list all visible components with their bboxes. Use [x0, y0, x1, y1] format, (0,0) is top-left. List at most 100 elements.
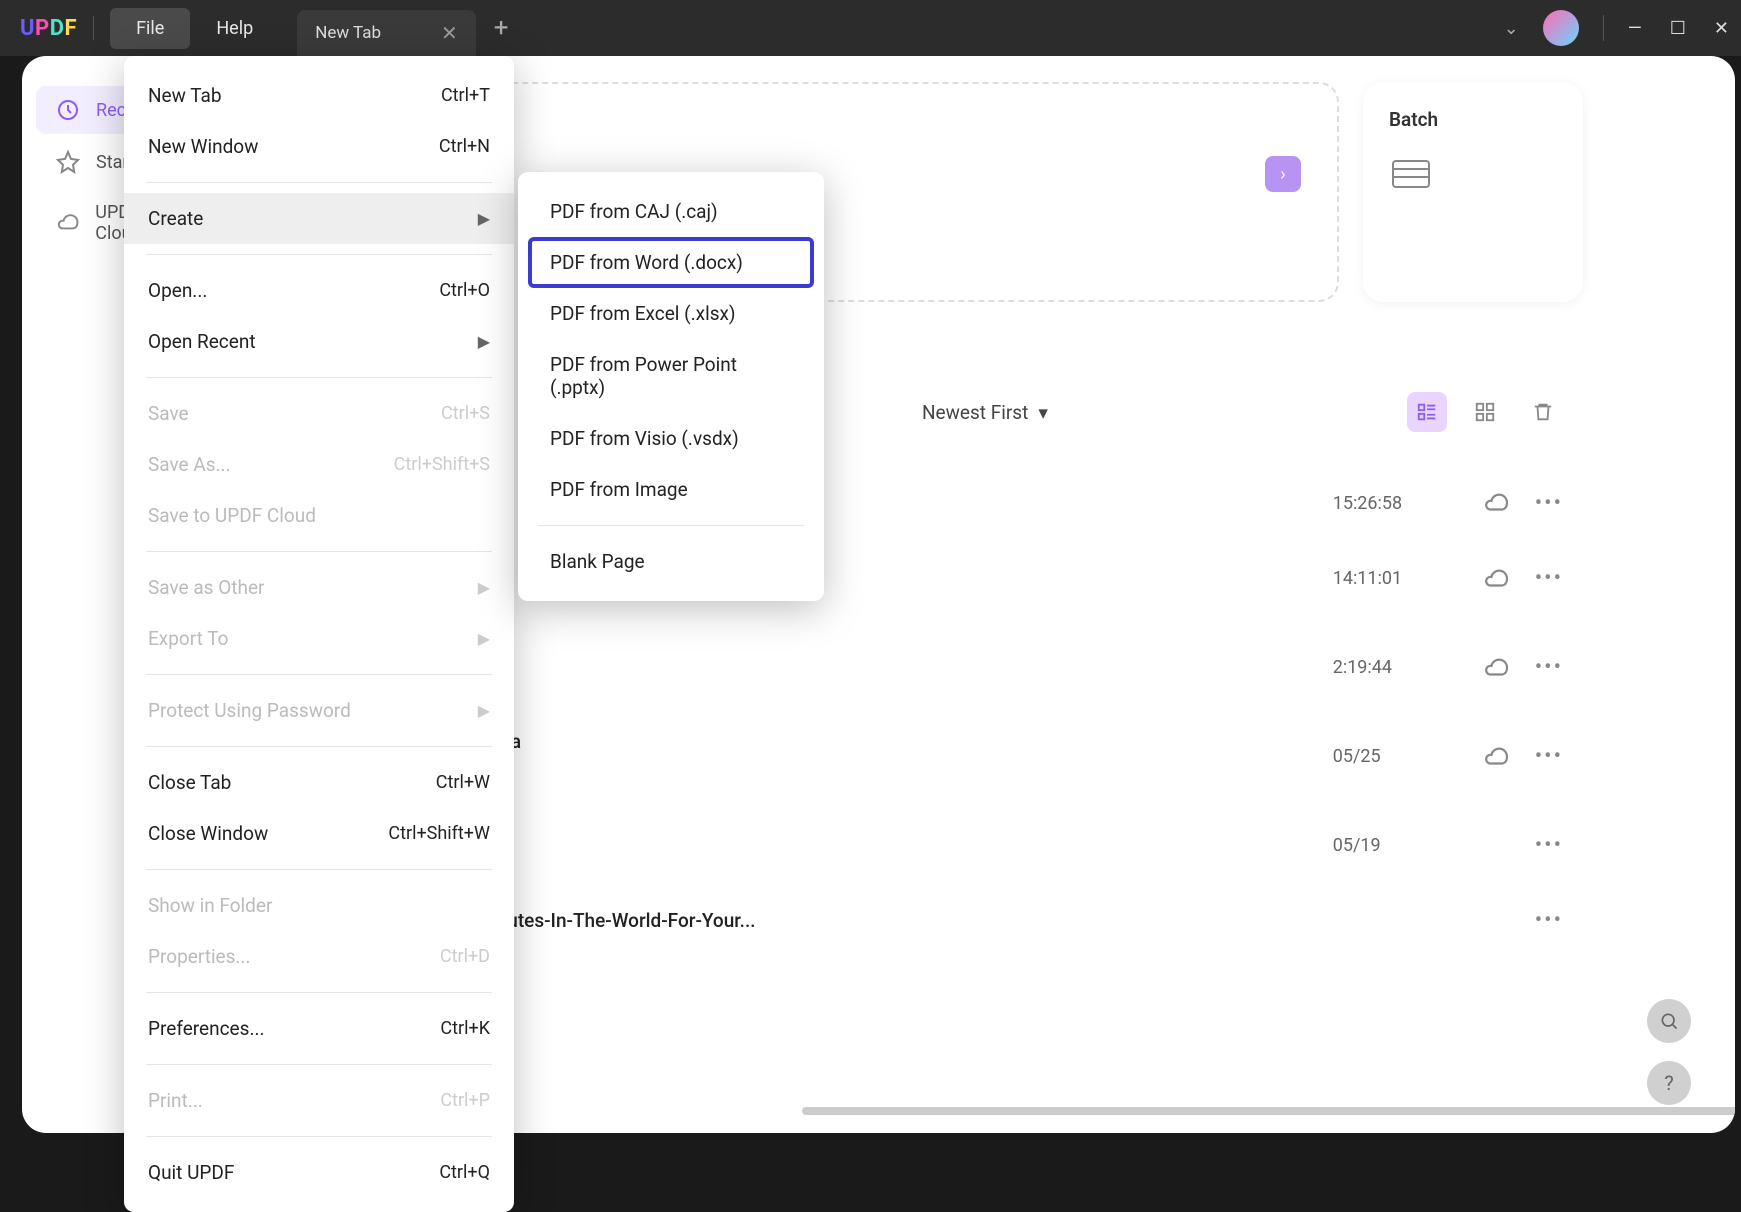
menu-item-properties-: Properties... Ctrl+D [124, 931, 514, 982]
chevron-right-icon: ▶ [478, 332, 490, 351]
chevron-right-icon: ▶ [478, 578, 490, 597]
float-buttons: ? [1647, 999, 1691, 1105]
cloud-icon[interactable] [1483, 744, 1509, 770]
menu-shortcut: Ctrl+Shift+W [388, 823, 490, 844]
menu-item-save-to-updf-cloud: Save to UPDF Cloud [124, 490, 514, 541]
more-icon[interactable]: ••• [1535, 833, 1563, 858]
close-icon[interactable]: ✕ [1714, 18, 1729, 39]
menu-separator [146, 869, 492, 870]
tab-title: New Tab [315, 23, 381, 43]
chevron-right-icon: ▶ [478, 701, 490, 720]
more-icon[interactable]: ••• [1535, 655, 1563, 680]
logo-letter: P [35, 16, 50, 41]
maximize-icon[interactable]: ☐ [1670, 18, 1686, 39]
menu-item-print-: Print... Ctrl+P [124, 1075, 514, 1126]
submenu-item-pdf-from-visio-vsdx-[interactable]: PDF from Visio (.vsdx) [528, 413, 814, 464]
menu-item-new-tab[interactable]: New TabCtrl+T [124, 70, 514, 121]
more-icon[interactable]: ••• [1535, 908, 1563, 933]
sort-dropdown[interactable]: Newest First ▾ [922, 401, 1048, 424]
menu-label: Save as Other [148, 576, 264, 599]
divider [1603, 15, 1604, 41]
menu-separator [538, 525, 804, 526]
file-time: 05/25 [1333, 746, 1453, 767]
menu-separator [146, 551, 492, 552]
file-time: 2:19:44 [1333, 657, 1453, 678]
chevron-down-icon: ▾ [1038, 401, 1048, 424]
menu-item-create[interactable]: Create▶ [124, 193, 514, 244]
file-time: 14:11:01 [1333, 568, 1453, 589]
menu-shortcut: Ctrl+S [441, 403, 490, 424]
menu-item-close-window[interactable]: Close WindowCtrl+Shift+W [124, 808, 514, 859]
menu-shortcut: Ctrl+O [439, 280, 490, 301]
menu-item-quit-updf[interactable]: Quit UPDF Ctrl+Q [124, 1147, 514, 1198]
menu-label: Preferences... [148, 1017, 264, 1040]
menu-item-save-as-: Save As...Ctrl+Shift+S [124, 439, 514, 490]
minimize-icon[interactable]: — [1628, 18, 1642, 39]
cloud-icon[interactable] [1483, 655, 1509, 681]
menu-separator [146, 674, 492, 675]
cloud-icon[interactable] [1483, 490, 1509, 516]
menu-item-close-tab[interactable]: Close TabCtrl+W [124, 757, 514, 808]
menu-shortcut: Ctrl+T [441, 85, 490, 106]
menu-label: Print... [148, 1089, 203, 1112]
menu-item-new-window[interactable]: New WindowCtrl+N [124, 121, 514, 172]
menu-label: Close Tab [148, 771, 231, 794]
more-icon[interactable]: ••• [1535, 744, 1563, 769]
file-time: 15:26:58 [1333, 493, 1453, 514]
menu-label: Save As... [148, 453, 231, 476]
menu-item-export-to: Export To ▶ [124, 613, 514, 664]
list-view-button[interactable] [1407, 392, 1447, 432]
menu-shortcut: Ctrl+D [440, 946, 490, 967]
search-button[interactable] [1647, 999, 1691, 1043]
menu-label: Properties... [148, 945, 250, 968]
new-tab-button[interactable]: + [494, 13, 509, 43]
file-menu-dropdown: New TabCtrl+TNew WindowCtrl+N Create▶ Open… [124, 56, 514, 1212]
arrow-right-icon[interactable]: › [1265, 156, 1301, 192]
menu-item-open-recent[interactable]: Open Recent▶ [124, 316, 514, 367]
menu-item-preferences-[interactable]: Preferences...Ctrl+K [124, 1003, 514, 1054]
window-controls: — ☐ ✕ [1628, 18, 1729, 39]
chevron-right-icon: ▶ [478, 629, 490, 648]
tab-new[interactable]: New Tab ✕ [297, 10, 476, 56]
menu-item-open-[interactable]: Open... Ctrl+O [124, 265, 514, 316]
create-submenu: PDF from CAJ (.caj)PDF from Word (.docx)… [518, 172, 824, 601]
file-menu-button[interactable]: File [110, 8, 190, 49]
file-time: 05/19 [1333, 835, 1453, 856]
menu-item-protect-using-password: Protect Using Password▶ [124, 685, 514, 736]
titlebar: UPDF File Help New Tab ✕ + ⌄ — ☐ ✕ [0, 0, 1741, 56]
chevron-down-icon[interactable]: ⌄ [1504, 18, 1519, 39]
submenu-item-blank-page[interactable]: Blank Page [528, 536, 814, 587]
divider [93, 16, 94, 40]
scrollbar-thumb[interactable] [802, 1107, 1735, 1115]
more-icon[interactable]: ••• [1535, 566, 1563, 591]
sort-label: Newest First [922, 401, 1028, 424]
cloud-icon[interactable] [1483, 566, 1509, 592]
menu-shortcut: Ctrl+Q [439, 1162, 490, 1183]
batch-card[interactable]: Batch [1363, 82, 1583, 302]
submenu-item-pdf-from-word-docx-[interactable]: PDF from Word (.docx) [528, 237, 814, 288]
more-icon[interactable]: ••• [1535, 491, 1563, 516]
trash-button[interactable] [1523, 392, 1563, 432]
logo-letter: F [65, 16, 78, 41]
help-button[interactable]: ? [1647, 1061, 1691, 1105]
horizontal-scrollbar[interactable] [802, 1107, 1735, 1115]
menu-label: Open... [148, 279, 207, 302]
menu-label: New Window [148, 135, 258, 158]
submenu-item-pdf-from-power-point-pptx-[interactable]: PDF from Power Point (.pptx) [528, 339, 814, 413]
menu-label: Export To [148, 627, 228, 650]
menu-item-show-in-folder: Show in Folder [124, 880, 514, 931]
help-menu-button[interactable]: Help [190, 8, 279, 49]
submenu-item-pdf-from-image[interactable]: PDF from Image [528, 464, 814, 515]
menu-item-save-as-other: Save as Other ▶ [124, 562, 514, 613]
menu-shortcut: Ctrl+P [440, 1090, 490, 1111]
menu-separator [146, 254, 492, 255]
grid-view-button[interactable] [1465, 392, 1505, 432]
submenu-item-pdf-from-caj-caj-[interactable]: PDF from CAJ (.caj) [528, 186, 814, 237]
submenu-item-pdf-from-excel-xlsx-[interactable]: PDF from Excel (.xlsx) [528, 288, 814, 339]
avatar[interactable] [1543, 10, 1579, 46]
menu-separator [146, 182, 492, 183]
menu-separator [146, 1064, 492, 1065]
batch-icon [1389, 155, 1433, 191]
close-icon[interactable]: ✕ [441, 21, 458, 45]
menu-label: Quit UPDF [148, 1161, 234, 1184]
